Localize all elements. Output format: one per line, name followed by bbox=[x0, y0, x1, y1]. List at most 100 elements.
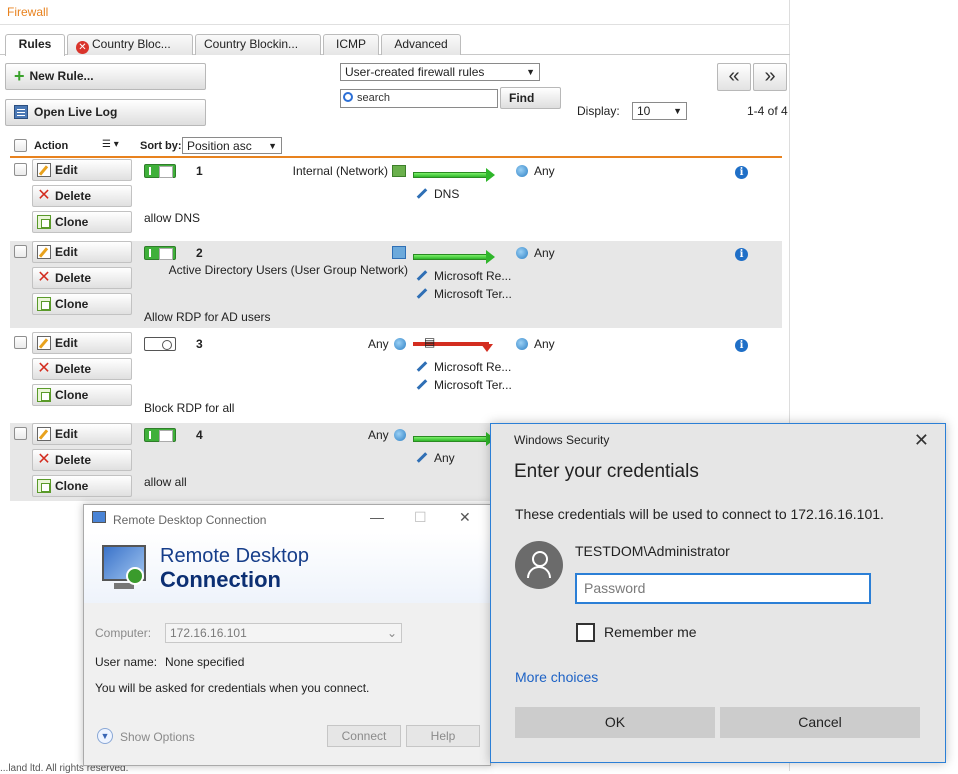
display-label: Display: bbox=[577, 104, 620, 118]
delete-button[interactable]: ✕ Delete bbox=[32, 449, 132, 471]
cancel-button[interactable]: Cancel bbox=[720, 707, 920, 738]
button-label: Clone bbox=[55, 215, 89, 229]
connect-button[interactable]: Connect bbox=[327, 725, 401, 747]
rule-service: Microsoft Re... bbox=[416, 360, 511, 374]
rule-position: 4 bbox=[196, 428, 203, 442]
rule-row-1: Edit ✕ Delete Clone 1 Internal (Network) … bbox=[10, 159, 782, 241]
edit-icon bbox=[37, 245, 51, 259]
delete-icon: ✕ bbox=[37, 360, 51, 377]
delete-button[interactable]: ✕ Delete bbox=[32, 185, 132, 207]
next-page-button[interactable]: » bbox=[753, 63, 787, 91]
clone-button[interactable]: Clone bbox=[32, 384, 132, 406]
password-placeholder: Password bbox=[584, 580, 646, 596]
info-icon[interactable]: i bbox=[735, 166, 748, 179]
sort-by-label: Sort by: bbox=[140, 140, 182, 152]
tab-advanced[interactable]: Advanced bbox=[381, 34, 461, 55]
tab-bar: Rules ✕ Country Bloc... Country Blockin..… bbox=[0, 34, 790, 56]
select-all-checkbox[interactable] bbox=[14, 139, 27, 152]
rule-comment: allow all bbox=[144, 475, 187, 489]
rule-source-label: Any bbox=[367, 337, 389, 351]
tab-icmp[interactable]: ICMP bbox=[323, 34, 379, 55]
destination-label: Any bbox=[534, 164, 555, 178]
clone-button[interactable]: Clone bbox=[32, 211, 132, 233]
rule-checkbox[interactable] bbox=[14, 163, 27, 176]
delete-button[interactable]: ✕ Delete bbox=[32, 267, 132, 289]
search-input[interactable]: search bbox=[340, 89, 498, 108]
button-label: Edit bbox=[55, 336, 78, 350]
info-icon[interactable]: i bbox=[735, 248, 748, 261]
edit-button[interactable]: Edit bbox=[32, 423, 132, 445]
edit-button[interactable]: Edit bbox=[32, 159, 132, 181]
rule-position: 2 bbox=[196, 246, 203, 260]
tab-rules[interactable]: Rules bbox=[5, 34, 65, 56]
tab-country-blocking[interactable]: ✕ Country Bloc... bbox=[67, 34, 193, 55]
service-label: Microsoft Ter... bbox=[434, 287, 512, 301]
sort-select[interactable]: Position asc ▼ bbox=[182, 137, 282, 154]
column-menu-icon[interactable]: ☰ ▾ bbox=[102, 139, 119, 150]
computer-combo[interactable]: 172.16.16.101 ⌄ bbox=[165, 623, 402, 643]
edit-button[interactable]: Edit bbox=[32, 241, 132, 263]
button-label: Delete bbox=[55, 362, 92, 376]
expand-options-icon[interactable]: ▼ bbox=[97, 728, 113, 744]
close-icon[interactable]: ✕ bbox=[459, 509, 471, 526]
delete-button[interactable]: ✕ Delete bbox=[32, 358, 132, 380]
service-label: Microsoft Re... bbox=[434, 360, 512, 374]
open-live-log-button[interactable]: Open Live Log bbox=[5, 99, 206, 126]
new-rule-button[interactable]: + New Rule... bbox=[5, 63, 206, 90]
rule-row-3: Edit ✕ Delete Clone 3 Any ▤ Microsoft Re.… bbox=[10, 332, 782, 419]
remote-desktop-window: Remote Desktop Connection — ☐ ✕ Remote D… bbox=[83, 504, 491, 766]
title-divider bbox=[0, 24, 790, 25]
rule-service: Microsoft Re... bbox=[416, 269, 511, 283]
service-icon bbox=[416, 270, 428, 281]
error-icon: ✕ bbox=[76, 41, 89, 54]
edit-button[interactable]: Edit bbox=[32, 332, 132, 354]
clone-icon bbox=[37, 479, 51, 493]
minimize-icon[interactable]: — bbox=[370, 509, 384, 525]
clone-button[interactable]: Clone bbox=[32, 293, 132, 315]
ok-button[interactable]: OK bbox=[515, 707, 715, 738]
tab-country-blocking-exceptions[interactable]: Country Blockin... bbox=[195, 34, 321, 55]
rule-comment: Block RDP for all bbox=[144, 401, 235, 415]
rule-source: Any bbox=[310, 428, 406, 442]
show-options-link[interactable]: Show Options bbox=[120, 730, 195, 744]
service-icon bbox=[416, 188, 428, 199]
user-group-icon-wrap bbox=[390, 246, 406, 260]
select-value: Position asc bbox=[187, 139, 252, 153]
rule-checkbox[interactable] bbox=[14, 245, 27, 258]
rule-checkbox[interactable] bbox=[14, 427, 27, 440]
rule-enable-toggle[interactable] bbox=[144, 246, 176, 260]
select-value: 10 bbox=[637, 104, 651, 118]
select-value: User-created firewall rules bbox=[345, 65, 485, 79]
ws-username: TESTDOM\Administrator bbox=[575, 543, 730, 559]
pagination-range: 1-4 of 4 bbox=[747, 104, 788, 118]
prev-page-button[interactable]: « bbox=[717, 63, 751, 91]
rule-enable-toggle[interactable] bbox=[144, 164, 176, 178]
display-count-select[interactable]: 10 ▼ bbox=[632, 102, 687, 120]
search-placeholder: search bbox=[357, 92, 391, 104]
service-label: Microsoft Re... bbox=[434, 269, 512, 283]
rule-enable-toggle[interactable] bbox=[144, 428, 176, 442]
clone-button[interactable]: Clone bbox=[32, 475, 132, 497]
remember-me-label: Remember me bbox=[604, 624, 697, 640]
clone-icon bbox=[37, 215, 51, 229]
remember-me-checkbox[interactable] bbox=[576, 623, 595, 642]
info-icon[interactable]: i bbox=[735, 339, 748, 352]
username-value: None specified bbox=[165, 655, 245, 669]
more-choices-link[interactable]: More choices bbox=[515, 669, 598, 685]
allow-arrow-icon bbox=[413, 432, 495, 446]
rule-row-2: Edit ✕ Delete Clone 2 Active Directory Us… bbox=[10, 241, 782, 328]
password-input[interactable]: Password bbox=[575, 573, 871, 604]
rule-source-label: Internal (Network) bbox=[292, 164, 388, 178]
find-button[interactable]: Find bbox=[500, 87, 561, 109]
ws-description: These credentials will be used to connec… bbox=[515, 506, 884, 522]
button-label: Edit bbox=[55, 163, 78, 177]
rule-filter-select[interactable]: User-created firewall rules ▼ bbox=[340, 63, 540, 81]
rule-comment: allow DNS bbox=[144, 211, 201, 225]
help-button[interactable]: Help bbox=[406, 725, 480, 747]
edit-icon bbox=[37, 163, 51, 177]
maximize-icon[interactable]: ☐ bbox=[414, 509, 427, 526]
rule-checkbox[interactable] bbox=[14, 336, 27, 349]
close-icon[interactable]: ✕ bbox=[914, 430, 929, 451]
globe-icon bbox=[394, 429, 406, 441]
rule-enable-toggle[interactable] bbox=[144, 337, 176, 351]
